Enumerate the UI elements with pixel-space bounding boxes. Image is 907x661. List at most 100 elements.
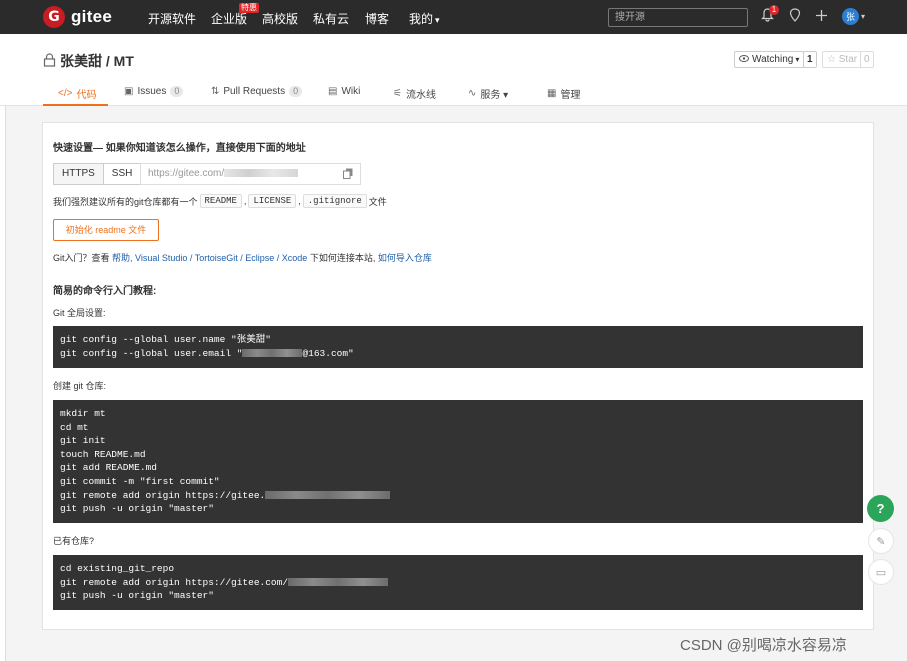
code-fragment: git config --global user.email " [60, 347, 243, 359]
tab-pull-requests[interactable]: ⇅ Pull Requests 0 [211, 86, 303, 97]
code-line: mkdir mt [60, 408, 106, 419]
create-repo-code: mkdir mt cd mt git init touch README.md … [53, 400, 863, 523]
redacted-url [265, 491, 391, 500]
recommend-text: 我们强烈建议所有的git仓库都有一个 README, LICENSE, .git… [53, 194, 387, 208]
gitee-logo[interactable]: G gitee [43, 6, 112, 28]
tools-links[interactable]: , Visual Studio / TortoiseGit / Eclipse … [130, 253, 307, 263]
manage-icon: ▦ [547, 88, 557, 99]
star-label: Star [838, 54, 858, 65]
location-icon[interactable] [789, 8, 801, 26]
nav-my-label: 我的 [409, 12, 434, 26]
import-repo-link[interactable]: 如何导入仓库 [378, 253, 432, 263]
star-button[interactable]: ☆ Star [822, 51, 863, 68]
separator: , [243, 196, 247, 206]
search-input[interactable] [608, 8, 748, 27]
git-intro-mid: 下如何连接本站, [309, 253, 376, 263]
license-tag: LICENSE [248, 194, 297, 208]
lock-icon [43, 52, 56, 70]
nav-blog[interactable]: 博客 [365, 10, 389, 27]
gitignore-tag: .gitignore [302, 194, 367, 208]
protocol-switch: HTTPS SSH [53, 163, 142, 185]
code-line: touch README.md [60, 448, 146, 460]
existing-repo-label: 已有仓库? [53, 536, 95, 546]
star-count[interactable]: 0 [860, 51, 874, 68]
plus-icon[interactable] [815, 8, 828, 26]
git-intro-text: Git入门？查看 帮助, Visual Studio / TortoiseGit… [53, 251, 432, 264]
chevron-down-icon[interactable]: ▾ [861, 12, 865, 21]
git-intro-prefix: Git入门？查看 [53, 253, 110, 263]
code-line: git add README.md [60, 462, 157, 474]
code-line: git config --global user.name "张美甜" [60, 334, 271, 345]
code-fragment: git remote add origin https://gitee.com/ [60, 576, 289, 588]
tab-services[interactable]: ∿ 服务 ▾ [468, 86, 508, 101]
code-line: cd existing_git_repo [60, 563, 175, 574]
avatar[interactable]: 张 [842, 8, 859, 25]
tab-label: Wiki [341, 86, 361, 97]
chevron-down-icon: ▾ [435, 15, 440, 25]
tab-issues[interactable]: ▣ Issues 0 [124, 86, 184, 97]
code-line: git init [60, 435, 106, 447]
clone-url-text: https://gitee.com/ [148, 168, 225, 179]
tab-label: Pull Requests [223, 86, 286, 97]
quick-setup-title: 快速设置— 如果你知道该怎么操作，直接使用下面的地址 [53, 143, 306, 154]
global-setup-code: git config --global user.name "张美甜" git … [53, 326, 863, 368]
init-readme-button[interactable]: 初始化 readme 文件 [53, 219, 159, 241]
https-button[interactable]: HTTPS [53, 163, 104, 185]
chat-icon[interactable]: ▭ [868, 559, 894, 585]
nav-open-source[interactable]: 开源软件 [148, 10, 196, 27]
global-setup-label: Git 全局设置: [53, 308, 106, 318]
tab-label: 代码 [76, 90, 97, 101]
create-repo-label: 创建 git 仓库: [53, 381, 107, 391]
services-icon: ∿ [468, 88, 477, 99]
nav-private-cloud[interactable]: 私有云 [313, 10, 349, 27]
separator: , [298, 196, 301, 206]
repo-name[interactable]: 张美甜 / MT [60, 51, 134, 71]
copy-icon[interactable] [343, 168, 353, 182]
pipeline-icon: ⚟ [393, 88, 402, 99]
top-nav: G gitee 开源软件 企业版 特惠 高校版 私有云 博客 我的▾ 1 张 ▾ [0, 0, 907, 34]
tab-pipeline[interactable]: ⚟ 流水线 [393, 86, 436, 101]
gitee-logo-icon: G [43, 6, 65, 28]
tab-label: 管理 [560, 90, 581, 101]
tab-code[interactable]: </> 代码 [58, 86, 96, 101]
active-tab-indicator [43, 104, 108, 106]
code-line: git remote add origin https://gitee.com/ [60, 576, 856, 590]
edit-icon[interactable]: ✎ [868, 528, 894, 554]
help-button[interactable]: ? [867, 495, 894, 522]
notification-count: 1 [769, 5, 779, 15]
issues-icon: ▣ [124, 86, 134, 97]
recommend-suffix: 文件 [368, 196, 387, 207]
tab-label: 流水线 [405, 90, 436, 101]
redacted-email [242, 349, 303, 358]
repo-header: 张美甜 / MT Watching ▾ 1 ☆ Star 0 </> 代码 ▣ … [0, 34, 907, 106]
code-line: git commit -m "first commit" [60, 475, 220, 487]
code-fragment: git remote add origin https://gitee. [60, 489, 266, 501]
tab-wiki[interactable]: ▤ Wiki [328, 86, 360, 97]
star-icon: ☆ [827, 54, 836, 65]
code-fragment: @163.com" [302, 347, 354, 359]
code-line: git remote add origin https://gitee. [60, 489, 856, 503]
gitee-logo-text: gitee [71, 7, 113, 26]
readme-tag: README [199, 194, 242, 208]
tab-label: Issues [137, 86, 167, 97]
code-line: cd mt [60, 421, 89, 433]
hot-badge: 特惠 [239, 3, 259, 13]
tab-manage[interactable]: ▦ 管理 [547, 86, 580, 101]
nav-education[interactable]: 高校版 [262, 10, 298, 27]
watch-label: Watching [752, 54, 794, 65]
tutorial-title: 简易的命令行入门教程: [53, 286, 157, 297]
chevron-down-icon: ▾ [795, 55, 800, 64]
tab-label: 服务 ▾ [480, 90, 509, 101]
wiki-icon: ▤ [328, 86, 338, 97]
clone-url-input[interactable]: https://gitee.com/ [140, 163, 361, 185]
redacted-url [288, 578, 389, 587]
help-link[interactable]: 帮助 [112, 253, 130, 263]
watch-count[interactable]: 1 [803, 51, 817, 68]
existing-repo-code: cd existing_git_repo git remote add orig… [53, 555, 863, 610]
code-line: git config --global user.email " @163.com… [60, 347, 856, 361]
nav-my[interactable]: 我的 ▾ [409, 10, 440, 27]
eye-icon [739, 54, 749, 65]
code-icon: </> [58, 88, 73, 99]
watch-button[interactable]: Watching ▾ [734, 51, 805, 68]
ssh-button[interactable]: SSH [103, 163, 142, 185]
